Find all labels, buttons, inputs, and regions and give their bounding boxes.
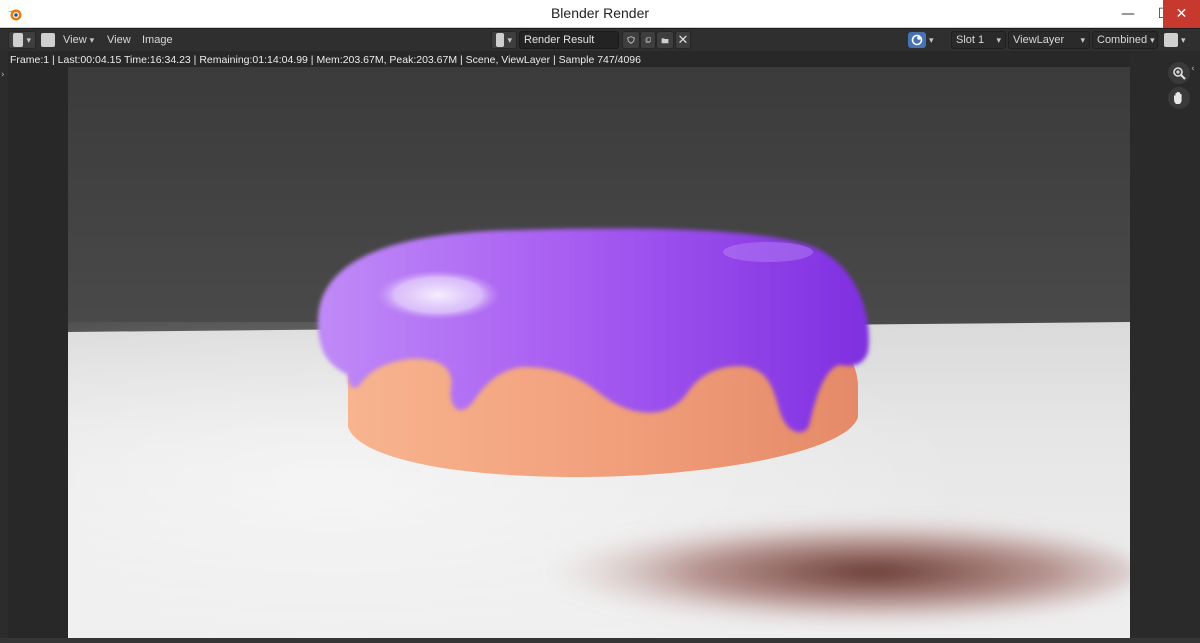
image-viewport[interactable] [8,51,1130,643]
image-channels-icon [1164,33,1178,47]
slot-label: Slot 1 [956,34,985,46]
chevron-down-icon: ▾ [507,34,512,45]
new-image-icon [645,37,651,43]
blender-render-window: Blender Render — ☐ ✕ ▾ View▾ View Image … [0,0,1200,643]
chevron-down-icon: ▾ [929,34,934,45]
bottom-edge [0,638,1200,643]
image-icon [41,33,55,47]
display-mode-icon [908,32,926,48]
display-mode-button[interactable]: ▾ [908,31,944,49]
toolbar-expand-arrow[interactable]: › [1,70,5,80]
render-result-image [68,67,1130,643]
editor-type-button[interactable]: ▾ [8,31,36,49]
zoom-button[interactable] [1168,62,1190,84]
chevron-down-icon: ▾ [1150,34,1155,45]
fake-user-button[interactable] [622,31,640,49]
image-icon [496,33,505,47]
unlink-image-button[interactable]: ✕ [675,31,691,49]
view-layer-select[interactable]: ViewLayer ▾ [1008,31,1090,49]
toolbar-region [0,51,8,643]
browse-image-button[interactable]: ▾ [491,31,517,49]
slot-select[interactable]: Slot 1 ▾ [951,31,1006,49]
title-bar: Blender Render — ☐ ✕ [0,0,1200,28]
folder-icon [661,37,669,43]
new-image-button[interactable] [640,31,656,49]
image-editor-header: ▾ View▾ View Image ▾ Render Result ✕ ▾ [0,29,1200,51]
menu-view[interactable]: View [107,31,131,49]
image-name-field[interactable]: Render Result [519,31,619,49]
shield-icon [627,36,635,44]
render-pass-label: Combined [1097,34,1148,46]
display-channels-button[interactable]: ▾ [1164,31,1192,49]
close-icon: ✕ [677,32,689,47]
chevron-down-icon: ▾ [996,34,1001,45]
render-pass-select[interactable]: Combined ▾ [1092,31,1158,49]
navigation-gizmo-area [1130,51,1200,643]
open-image-button[interactable] [656,31,674,49]
hand-icon [1174,91,1182,104]
minimize-button[interactable]: — [1110,0,1146,28]
render-stats-text: Frame:1 | Last:00:04.15 Time:16:34.23 | … [10,54,641,66]
chevron-down-icon: ▾ [1181,34,1186,45]
sidebar-expand-arrow[interactable]: ‹ [1191,64,1195,74]
menu-image[interactable]: Image [142,31,173,49]
view-mode-label: View [63,34,87,46]
chevron-down-icon: ▾ [1080,34,1085,45]
view-mode-dropdown[interactable]: View ▾ [61,31,96,49]
close-window-button[interactable]: ✕ [1163,0,1200,28]
zoom-icon [1173,67,1186,80]
view-mode-button[interactable] [41,31,55,49]
pan-button[interactable] [1168,87,1190,109]
window-title: Blender Render [550,5,650,21]
view-layer-label: ViewLayer [1013,34,1065,46]
image-editor-icon [13,33,24,47]
chevron-down-icon: ▾ [26,34,31,45]
chevron-down-icon: ▾ [89,34,95,45]
